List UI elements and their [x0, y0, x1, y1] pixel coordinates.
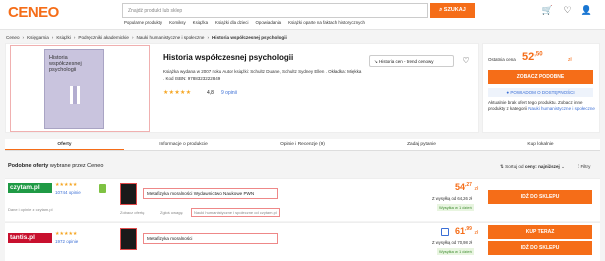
cart-icon[interactable]: 🛒 — [541, 4, 554, 17]
price-history-label: Historia cen - trend cenowy — [379, 59, 434, 64]
tab-offers[interactable]: Oferty — [5, 139, 124, 150]
offers-heading-text: wybrane przez Ceneo — [49, 163, 104, 169]
shop-opinions-link[interactable]: 1972 opinie — [55, 239, 78, 244]
delivery-badge: Wysyłka w 1 dzień — [437, 204, 474, 211]
price-decimal: ,50 — [534, 51, 543, 58]
offers-heading-bold: Podobne oferty — [8, 163, 49, 169]
availability-info: Aktualnie brak ofert tego produktu. Zoba… — [488, 100, 598, 112]
shop-opinions-link[interactable]: 10744 opinie — [55, 190, 81, 195]
buy-now-button[interactable]: KUP TERAZ — [488, 225, 592, 239]
see-offer-link[interactable]: Zobacz ofertę — [120, 210, 144, 215]
go-to-shop-button[interactable]: IDŹ DO SKLEPU — [488, 190, 592, 204]
category-links: Popularne produkty Komiksy Książka Książ… — [124, 20, 365, 25]
offer-price-integer: 61 — [455, 226, 466, 236]
category-link[interactable]: Komiksy — [169, 20, 186, 25]
offer-price: 54,27 zł — [455, 182, 478, 192]
shop-logo-czytam[interactable]: czytam.pl — [8, 183, 52, 193]
last-price-label: Ostatnia cena — [488, 57, 516, 62]
delivery-badge: Wysyłka w 1 dzień — [437, 248, 474, 255]
rating-value: 4,8 — [207, 90, 214, 96]
price-history-button[interactable]: ↘ Historia cen - trend cenowy — [369, 55, 454, 67]
category-link[interactable]: Opowiadania — [255, 20, 281, 25]
tab-ask-question[interactable]: Zadaj pytanie — [362, 139, 481, 150]
category-link[interactable]: Książki oparte na faktach historycznych — [288, 20, 365, 25]
chevron-down-icon: ⌄ — [561, 164, 565, 169]
breadcrumb-current: Historia współczesnej psychologii — [211, 35, 287, 40]
filters-label: Filtry — [580, 164, 591, 169]
see-similar-button[interactable]: ZOBACZ PODOBNE — [488, 70, 593, 84]
heart-icon[interactable]: ♡ — [561, 4, 574, 17]
reviews-link[interactable]: 9 opinii — [221, 90, 237, 96]
price-integer: 52 — [522, 51, 535, 63]
sort-label: Sortuj od — [505, 164, 524, 169]
offer-currency: zł — [474, 230, 479, 236]
go-to-shop-button[interactable]: IDŹ DO SKLEPU — [488, 241, 592, 255]
category-link[interactable]: Książka — [193, 20, 208, 25]
notify-availability-button[interactable]: ● POWIADOM O DOSTĘPNOŚCI — [488, 88, 593, 97]
filters-button[interactable]: ⫶ Filtry — [578, 164, 590, 169]
offer-currency: zł — [474, 186, 479, 192]
tab-buy-locally[interactable]: Kup lokalnie — [481, 139, 600, 150]
shield-icon — [99, 184, 106, 193]
category-link[interactable]: Nauki humanistyczne i społeczne — [528, 106, 595, 111]
breadcrumb-separator: › — [22, 35, 25, 40]
breadcrumb-item[interactable]: Książki — [56, 35, 71, 40]
search-button-label: SZUKAJ — [443, 7, 466, 13]
breadcrumb-item[interactable]: Nauki humanistyczne i społeczne — [137, 35, 205, 40]
offer-price-integer: 54 — [455, 182, 466, 192]
offer-shipping: Z wysyłką od 70,98 zł — [432, 240, 473, 245]
category-link[interactable]: Książki dla dzieci — [215, 20, 248, 25]
book-cover: Historia współczesnej psychologii — [44, 49, 104, 129]
last-price: 52,50 — [522, 51, 543, 63]
breadcrumb-separator: › — [207, 35, 209, 40]
user-icon[interactable]: 👤 — [580, 4, 593, 17]
shop-logo-tantis[interactable]: tantis.pl — [8, 233, 52, 243]
breadcrumb-item[interactable]: Podręczniki akademickie — [78, 35, 129, 40]
search-input[interactable]: Znajdź produkt lub sklep — [122, 3, 428, 18]
offer-thumbnail[interactable] — [120, 183, 137, 205]
category-link[interactable]: Popularne produkty — [124, 20, 162, 25]
breadcrumb-separator: › — [73, 35, 76, 40]
sort-control[interactable]: ⇅ Sortuj od ceny: najniższej ⌄ — [500, 164, 565, 170]
offer-price-decimal: ,27 — [465, 182, 472, 188]
notify-label: POWIADOM O DOSTĘPNOŚCI — [510, 90, 575, 95]
breadcrumb-item[interactable]: Księgarnia — [27, 35, 49, 40]
shop-rating-stars: ★★★★★ — [55, 231, 78, 237]
offer-price-decimal: ,99 — [465, 226, 472, 232]
offer-thumbnail[interactable] — [120, 228, 137, 250]
report-link[interactable]: Zgłoś uwagę — [160, 210, 183, 215]
sort-value: ceny: najniższej — [524, 164, 560, 169]
cover-title: Historia współczesnej psychologii — [49, 55, 82, 73]
breadcrumb-item[interactable]: Ceneo — [6, 35, 20, 40]
tab-product-info[interactable]: Informacje o produkcie — [124, 139, 243, 150]
offers-heading: Podobne oferty wybrane przez Ceneo — [8, 163, 103, 169]
ceneo-logo[interactable]: CENEO — [8, 4, 59, 21]
product-description: Książka wydana w 2007 roku Autor książki… — [163, 69, 362, 81]
price-currency: zł — [568, 57, 572, 63]
offer-category-tag: Nauki humanistyczne i społeczne od czyta… — [191, 208, 280, 217]
favorite-heart-icon[interactable]: ♡ — [460, 55, 472, 67]
offer-title[interactable]: Metafizyka moralności — [147, 236, 192, 241]
offer-price: 61,99 zł — [455, 226, 478, 236]
cover-graphic — [70, 86, 80, 104]
search-button[interactable]: ⌕ SZUKAJ — [430, 3, 475, 18]
buy-now-icon — [441, 228, 449, 236]
offer-shipping: Z wysyłką od 64,26 zł — [432, 196, 473, 201]
rating-stars: ★★★★★ — [163, 90, 192, 96]
breadcrumb: Ceneo › Księgarnia › Książki › Podręczniki … — [6, 35, 287, 40]
offer-title[interactable]: Metafizyka moralności Wydawnictwo Naukow… — [147, 191, 254, 196]
tab-reviews[interactable]: Opinie i Recenzje (9) — [243, 139, 362, 150]
shop-data-note: Dane i opinie z czytam.pl — [8, 207, 53, 212]
product-title: Historia współczesnej psychologii — [163, 53, 294, 62]
breadcrumb-separator: › — [51, 35, 54, 40]
breadcrumb-separator: › — [131, 35, 134, 40]
shop-rating-stars: ★★★★★ — [55, 182, 78, 188]
product-tabs: Oferty Informacje o produkcie Opinie i R… — [5, 139, 600, 151]
